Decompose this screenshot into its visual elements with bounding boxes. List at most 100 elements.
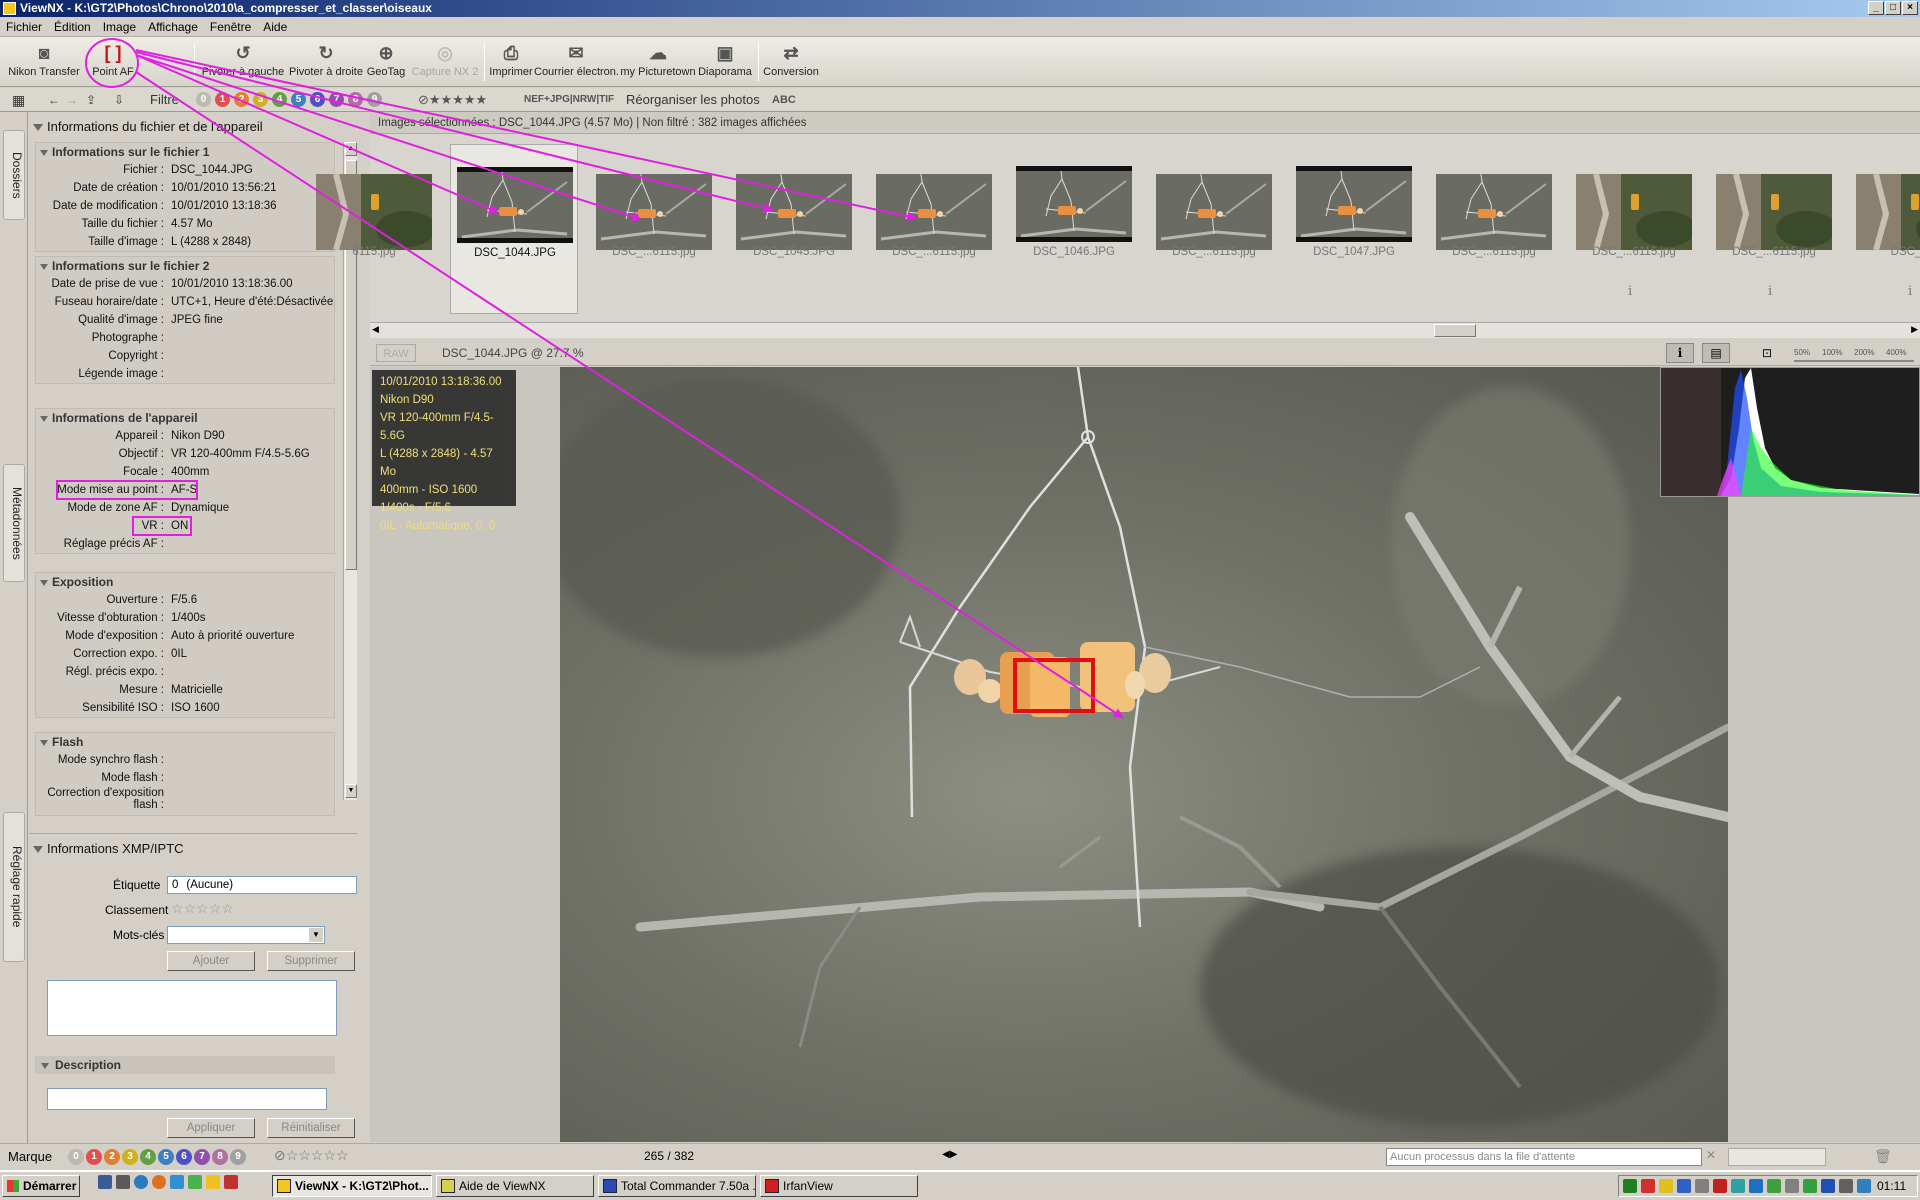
strip-scrollbar[interactable]: ◀ ▶ <box>370 322 1920 338</box>
tray-app-icon[interactable] <box>1803 1179 1817 1193</box>
thumbnail-item[interactable]: DSC_...6115.jpg <box>590 144 718 314</box>
remove-keyword-button[interactable]: Supprimer <box>267 951 355 971</box>
filter-label-1[interactable]: 1 <box>215 92 230 107</box>
picturetown-button[interactable]: ☁ my Picturetown <box>620 40 696 86</box>
point-af-button[interactable]: [ ] Point AF <box>88 40 138 86</box>
tray-app-icon[interactable] <box>1677 1179 1691 1193</box>
quicklaunch-app3-icon[interactable] <box>206 1175 220 1189</box>
tray-app-icon[interactable] <box>1659 1179 1673 1193</box>
thumbnail-item[interactable]: 6115.jpg <box>310 144 438 314</box>
zoom-slider[interactable] <box>1794 360 1914 362</box>
quicklaunch-explorer-icon[interactable] <box>116 1175 130 1189</box>
task-total-commander[interactable]: Total Commander 7.50a ... <box>598 1175 756 1197</box>
rating-filter-stars[interactable]: ⊘★★★★★ <box>418 92 487 108</box>
back-arrow-icon[interactable]: ← <box>48 92 60 108</box>
menu-edition[interactable]: Édition <box>48 17 97 37</box>
tray-app-icon[interactable] <box>1623 1179 1637 1193</box>
filetype-filter[interactable]: NEF+JPG|NRW|TIF <box>524 92 614 108</box>
mark-label-7[interactable]: 7 <box>194 1149 210 1165</box>
close-button[interactable]: × <box>1902 1 1918 15</box>
queue-field[interactable]: Aucun processus dans la file d'attente <box>1386 1148 1702 1166</box>
thumbnail-item[interactable]: DSC_...6115.jpg <box>1430 144 1558 314</box>
thumbnail-item[interactable]: DSC_1047.JPG <box>1290 144 1418 314</box>
tray-app-icon[interactable] <box>1749 1179 1763 1193</box>
photo-preview[interactable] <box>560 367 1728 1142</box>
slideshow-button[interactable]: ▣ Diaporama <box>698 40 752 86</box>
tray-app-icon[interactable] <box>1713 1179 1727 1193</box>
file-camera-info-header[interactable]: Informations du fichier et de l'appareil <box>33 118 263 136</box>
filter-label-8[interactable]: 8 <box>348 92 363 107</box>
conversion-button[interactable]: ⇄ Conversion <box>762 40 820 86</box>
quicklaunch-app4-icon[interactable] <box>224 1175 238 1189</box>
quicklaunch-desktop-icon[interactable] <box>98 1175 112 1189</box>
trash-icon[interactable]: 🗑 <box>1874 1148 1892 1165</box>
description-header[interactable]: Description <box>35 1056 335 1074</box>
fit-screen-icon[interactable]: ⊡ <box>1762 340 1772 366</box>
scrollbar-thumb[interactable] <box>1434 324 1476 337</box>
scroll-right-icon[interactable]: ▶ <box>1911 324 1918 335</box>
tab-dossiers[interactable]: Dossiers <box>3 130 25 220</box>
mark-label-8[interactable]: 8 <box>212 1149 228 1165</box>
group-title[interactable]: Flash <box>40 735 83 749</box>
print-button[interactable]: ⎙ Imprimer <box>488 40 534 86</box>
filter-label-4[interactable]: 4 <box>272 92 287 107</box>
mark-label-0[interactable]: 0 <box>68 1149 84 1165</box>
filter-label-6[interactable]: 6 <box>310 92 325 107</box>
thumbnail-item[interactable]: DSC_1045.JPG <box>730 144 858 314</box>
reorganize-button[interactable]: Réorganiser les photos <box>626 92 760 108</box>
sort-abc-icon[interactable]: ABC <box>772 92 796 108</box>
quicklaunch-ie-icon[interactable] <box>134 1175 148 1189</box>
thumbnail-item[interactable]: DSC_...6i <box>1850 144 1920 314</box>
info-icon[interactable]: i <box>1768 284 1772 299</box>
tray-app-icon[interactable] <box>1695 1179 1709 1193</box>
tray-app-icon[interactable] <box>1857 1179 1871 1193</box>
mark-label-3[interactable]: 3 <box>122 1149 138 1165</box>
tray-app-icon[interactable] <box>1785 1179 1799 1193</box>
queue-cancel-icon[interactable]: ✕ <box>1706 1148 1716 1162</box>
quicklaunch-app-icon[interactable] <box>170 1175 184 1189</box>
minimize-button[interactable]: _ <box>1868 1 1884 15</box>
filter-label-5[interactable]: 5 <box>291 92 306 107</box>
apply-button[interactable]: Appliquer <box>167 1118 255 1138</box>
thumbnail-item[interactable]: DSC_1046.JPG <box>1010 144 1138 314</box>
quicklaunch-app2-icon[interactable] <box>188 1175 202 1189</box>
group-title[interactable]: Informations sur le fichier 1 <box>40 145 209 159</box>
mark-label-5[interactable]: 5 <box>158 1149 174 1165</box>
prev-image-icon[interactable]: ◀▶ <box>942 1149 957 1160</box>
filter-label-7[interactable]: 7 <box>329 92 344 107</box>
rotate-left-button[interactable]: ↺ Pivoter à gauche <box>200 40 286 86</box>
tab-reglage-rapide[interactable]: Réglage rapide <box>3 812 25 962</box>
thumbnail-item[interactable]: DSC_...6115.jpg <box>1150 144 1278 314</box>
dropdown-arrow-icon[interactable]: ▼ <box>309 928 323 942</box>
menu-fichier[interactable]: Fichier <box>0 17 48 37</box>
layout-grid-icon[interactable]: ▦ <box>12 92 25 108</box>
scroll-left-icon[interactable]: ◀ <box>372 324 379 335</box>
capture-nx-button[interactable]: ◎ Capture NX 2 <box>408 40 482 86</box>
start-button[interactable]: Démarrer <box>2 1175 80 1197</box>
mark-label-1[interactable]: 1 <box>86 1149 102 1165</box>
label-select[interactable]: 0 (Aucune) <box>167 876 357 894</box>
filter-label-3[interactable]: 3 <box>253 92 268 107</box>
group-title[interactable]: Exposition <box>40 575 113 589</box>
tray-app-icon[interactable] <box>1731 1179 1745 1193</box>
folder-down-icon[interactable]: ⇩ <box>114 92 124 108</box>
group-title[interactable]: Informations de l'appareil <box>40 411 198 425</box>
quicklaunch-firefox-icon[interactable] <box>152 1175 166 1189</box>
tray-app-icon[interactable] <box>1767 1179 1781 1193</box>
task-viewnx[interactable]: ViewNX - K:\GT2\Phot... <box>272 1175 432 1197</box>
thumbnail-item[interactable]: DSC_...6115.jpg i <box>1570 144 1698 314</box>
tray-volume-icon[interactable] <box>1839 1179 1853 1193</box>
thumbnail-item[interactable]: DSC_...6115.jpg <box>870 144 998 314</box>
tray-app-icon[interactable] <box>1641 1179 1655 1193</box>
geotag-button[interactable]: ⊕ GeoTag <box>364 40 408 86</box>
xmp-header[interactable]: Informations XMP/IPTC <box>33 840 184 858</box>
info-icon[interactable]: i <box>1628 284 1632 299</box>
tab-metadonnees[interactable]: Métadonnées <box>3 464 25 582</box>
reset-button[interactable]: Réinitialiser <box>267 1118 355 1138</box>
task-irfanview[interactable]: IrfanView <box>760 1175 918 1197</box>
filter-label-9[interactable]: 9 <box>367 92 382 107</box>
menu-affichage[interactable]: Affichage <box>142 17 204 37</box>
thumbnail-item[interactable]: DSC_1044.JPG <box>450 144 578 314</box>
group-title[interactable]: Informations sur le fichier 2 <box>40 259 209 273</box>
raw-button[interactable]: RAW <box>376 344 416 362</box>
